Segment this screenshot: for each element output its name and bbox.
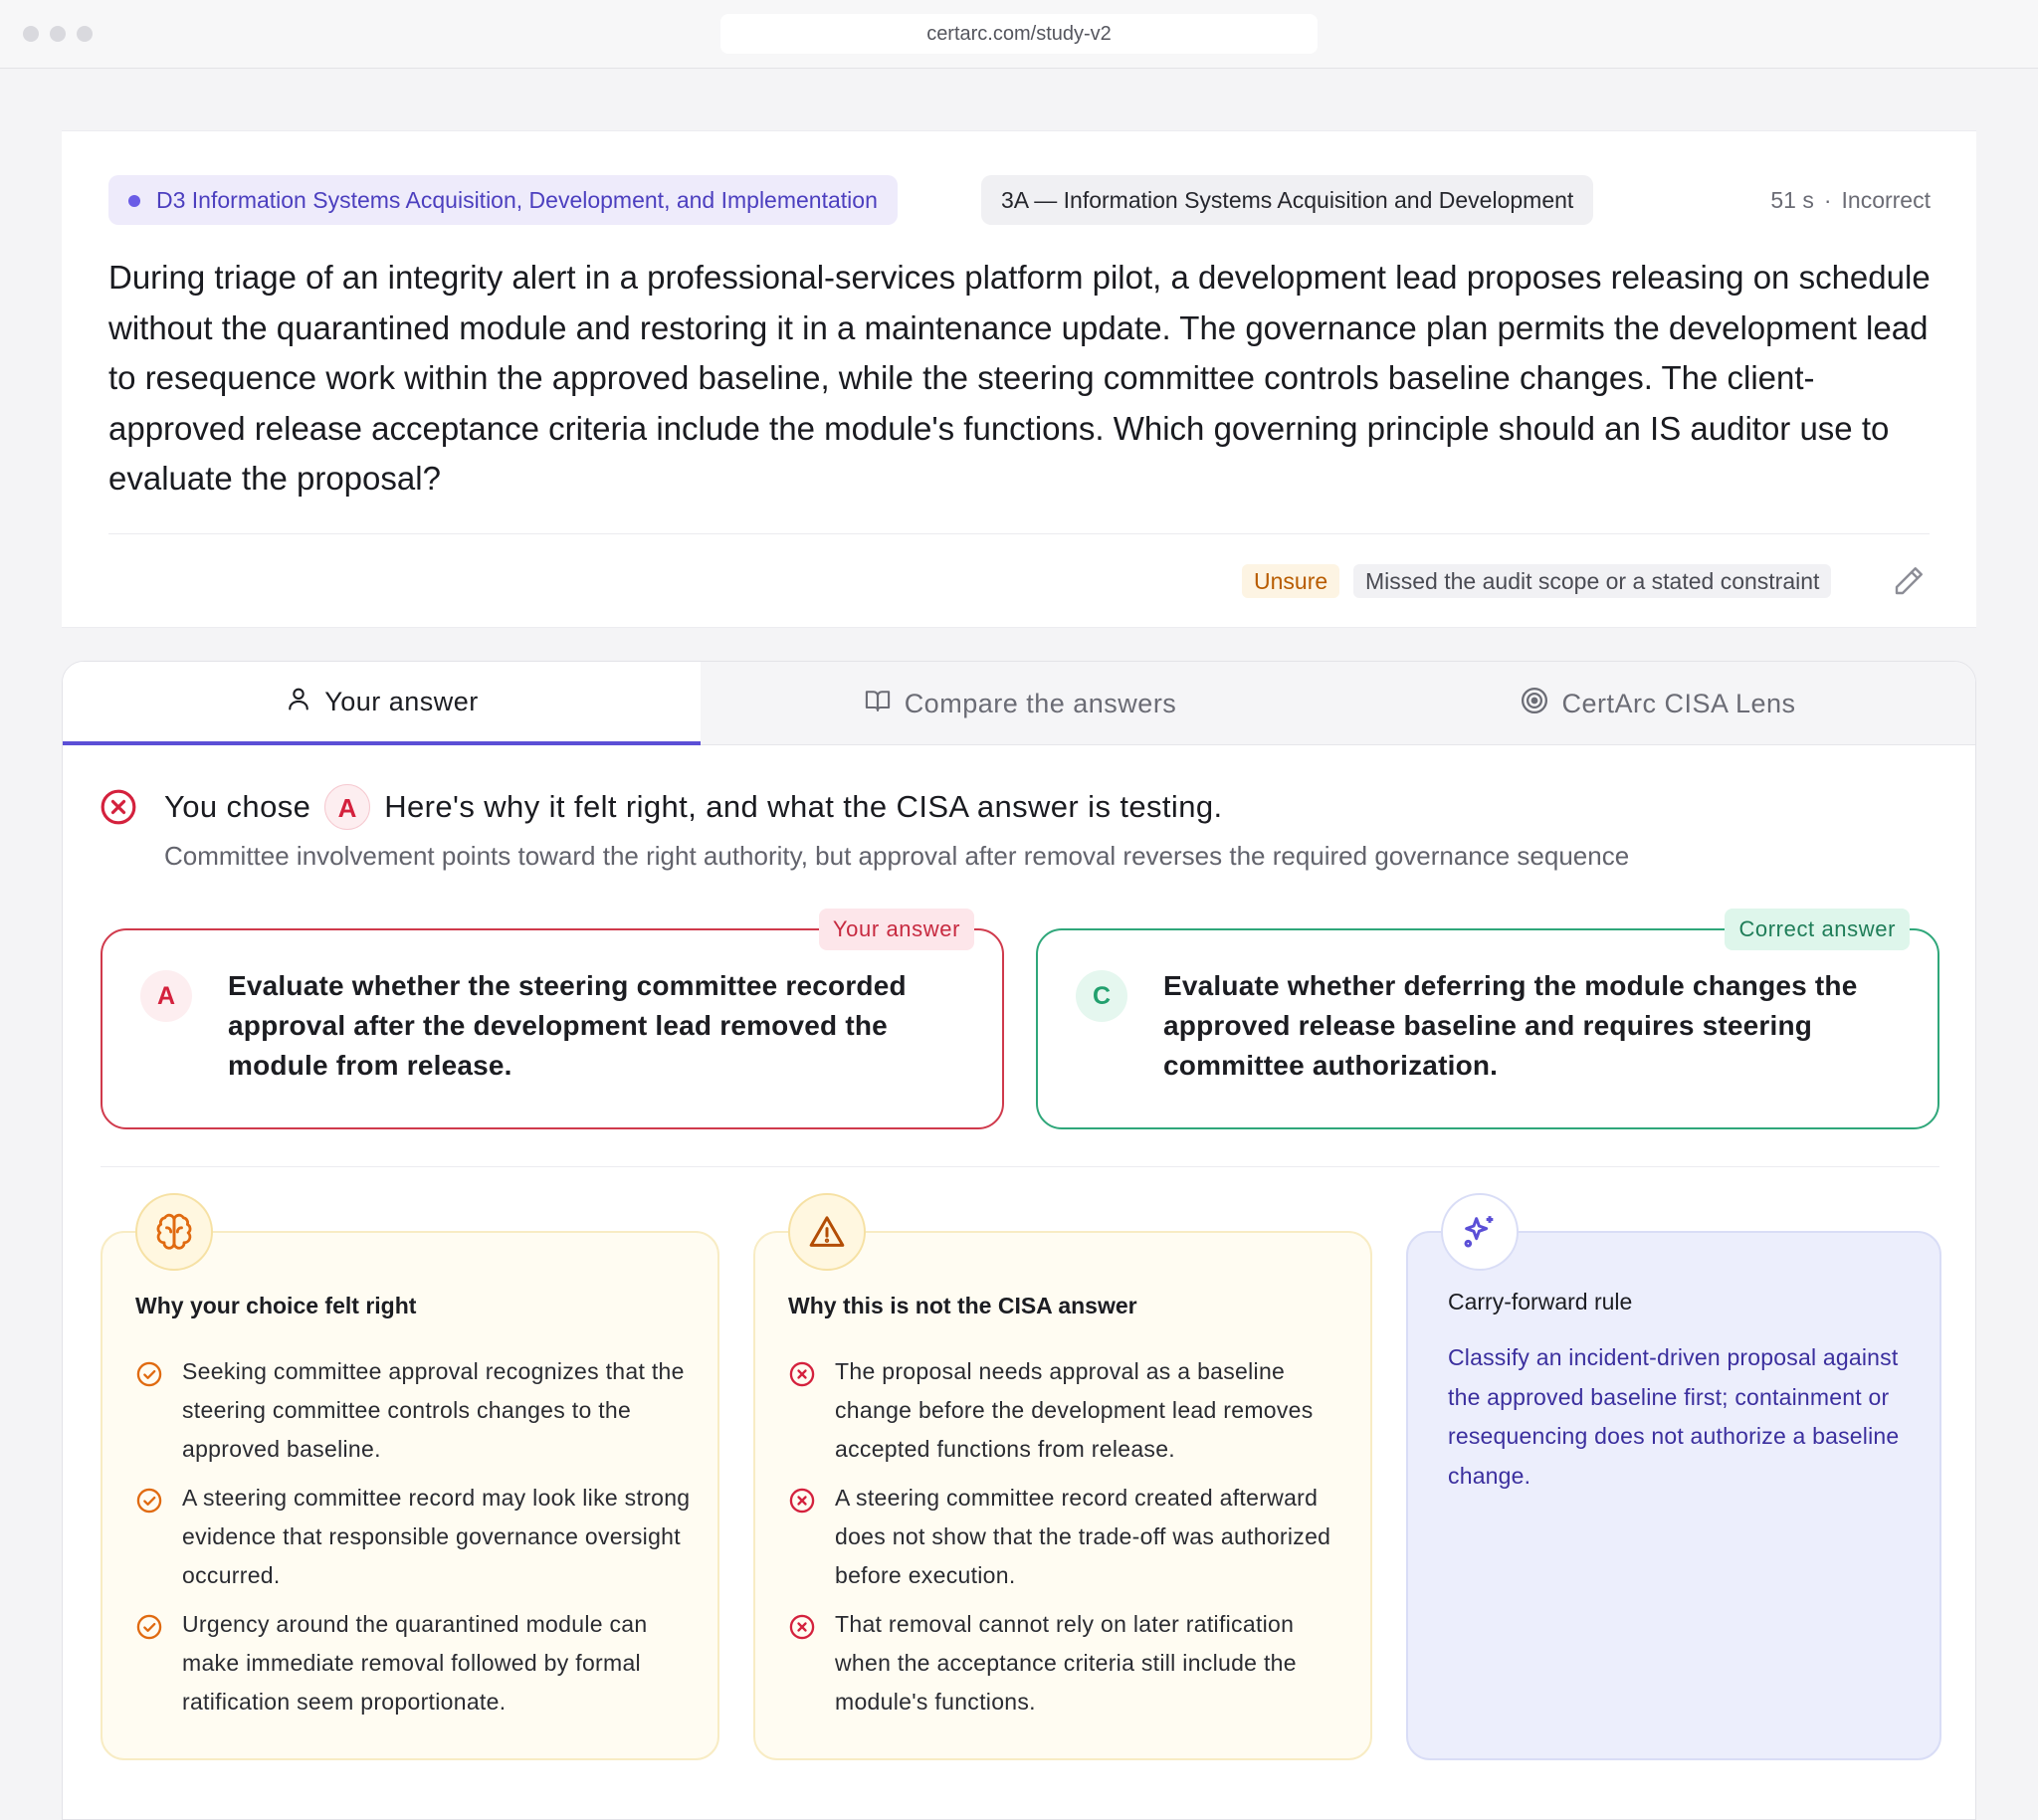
rule-text: Classify an incident-driven proposal aga… bbox=[1448, 1344, 1900, 1489]
target-icon bbox=[1520, 686, 1561, 722]
window-close-dot[interactable] bbox=[23, 26, 39, 42]
tab-compare-answers[interactable]: Compare the answers bbox=[701, 662, 1338, 745]
user-icon bbox=[285, 685, 324, 719]
list-item-text: A steering committee record may look lik… bbox=[182, 1485, 691, 1588]
question-meta: 51 s · Incorrect bbox=[1770, 175, 1931, 225]
list-item: Urgency around the quarantined module ca… bbox=[135, 1605, 693, 1721]
chosen-answer-text: Evaluate whether the steering committee … bbox=[228, 970, 907, 1081]
rule-title: Carry-forward rule bbox=[1448, 1289, 1633, 1314]
result-status: Incorrect bbox=[1841, 187, 1931, 213]
tab-cisa-lens[interactable]: CertArc CISA Lens bbox=[1338, 662, 1975, 745]
result-subline: Committee involvement points toward the … bbox=[164, 841, 1630, 871]
answer-panel: Your answer Compare the answers CertArc … bbox=[62, 661, 1976, 1820]
result-headline: You chose A Here's why it felt right, an… bbox=[164, 783, 1223, 831]
tab-label: Compare the answers bbox=[904, 688, 1177, 718]
not-answer-card: Why this is not the CISA answer The prop… bbox=[753, 1193, 1372, 1760]
domain-dot-icon bbox=[128, 195, 140, 207]
list-item-text: Seeking committee approval recognizes th… bbox=[182, 1358, 685, 1462]
warning-icon bbox=[788, 1193, 866, 1271]
correct-answer-label: Correct answer bbox=[1725, 909, 1910, 950]
elapsed-time: 51 s bbox=[1770, 187, 1814, 213]
list-item-text: Urgency around the quarantined module ca… bbox=[182, 1611, 648, 1715]
check-circle-icon bbox=[136, 1614, 162, 1640]
you-chose-label: You chose bbox=[164, 789, 311, 824]
list-item-text: The proposal needs approval as a baselin… bbox=[835, 1358, 1314, 1462]
x-circle-icon bbox=[789, 1614, 815, 1640]
list-item: Seeking committee approval recognizes th… bbox=[135, 1352, 693, 1469]
correct-answer-card: Correct answer C Evaluate whether deferr… bbox=[1036, 909, 1939, 1129]
x-circle-icon bbox=[789, 1488, 815, 1514]
list-item-text: That removal cannot rely on later ratifi… bbox=[835, 1611, 1297, 1715]
address-bar[interactable]: certarc.com/study-v2 bbox=[720, 14, 1318, 54]
check-circle-icon bbox=[136, 1361, 162, 1387]
not-answer-list: The proposal needs approval as a baselin… bbox=[788, 1352, 1345, 1731]
question-text: During triage of an integrity alert in a… bbox=[108, 259, 1931, 497]
question-card: D3 Information Systems Acquisition, Deve… bbox=[62, 130, 1976, 628]
chosen-letter-badge: A bbox=[324, 784, 371, 830]
list-item: A steering committee record may look lik… bbox=[135, 1479, 693, 1595]
check-circle-icon bbox=[136, 1488, 162, 1514]
tab-bar: Your answer Compare the answers CertArc … bbox=[63, 662, 1975, 745]
window-minimize-dot[interactable] bbox=[50, 26, 66, 42]
felt-right-list: Seeking committee approval recognizes th… bbox=[135, 1352, 693, 1731]
tab-your-answer[interactable]: Your answer bbox=[63, 662, 701, 745]
not-answer-title: Why this is not the CISA answer bbox=[788, 1293, 1137, 1318]
x-circle-icon bbox=[789, 1361, 815, 1387]
section-divider bbox=[101, 1166, 1939, 1167]
list-item: A steering committee record created afte… bbox=[788, 1479, 1345, 1595]
headline-text: Here's why it felt right, and what the C… bbox=[384, 789, 1223, 824]
correct-answer-letter: C bbox=[1076, 970, 1127, 1022]
list-item: The proposal needs approval as a baselin… bbox=[788, 1352, 1345, 1469]
domain-tag-label: D3 Information Systems Acquisition, Deve… bbox=[156, 187, 878, 213]
subdomain-tag: 3A — Information Systems Acquisition and… bbox=[981, 175, 1594, 225]
reason-chip[interactable]: Missed the audit scope or a stated const… bbox=[1353, 564, 1832, 598]
chosen-answer-letter: A bbox=[140, 970, 192, 1022]
tab-label: CertArc CISA Lens bbox=[1561, 688, 1796, 718]
your-answer-label: Your answer bbox=[818, 909, 974, 950]
correct-answer-text: Evaluate whether deferring the module ch… bbox=[1163, 970, 1858, 1081]
list-item-text: A steering committee record created afte… bbox=[835, 1485, 1331, 1588]
meta-separator: · bbox=[1823, 187, 1832, 213]
question-divider bbox=[108, 533, 1930, 534]
confidence-chip[interactable]: Unsure bbox=[1242, 564, 1340, 598]
incorrect-x-icon bbox=[100, 788, 137, 826]
browser-chrome: certarc.com/study-v2 bbox=[0, 0, 2038, 69]
felt-right-card: Why your choice felt right Seeking commi… bbox=[101, 1193, 719, 1760]
felt-right-title: Why your choice felt right bbox=[135, 1293, 417, 1318]
list-item: That removal cannot rely on later ratifi… bbox=[788, 1605, 1345, 1721]
window-maximize-dot[interactable] bbox=[77, 26, 93, 42]
book-open-icon bbox=[863, 687, 905, 721]
sparkles-icon bbox=[1441, 1193, 1519, 1271]
chosen-answer-card: Your answer A Evaluate whether the steer… bbox=[101, 909, 1004, 1129]
tab-label: Your answer bbox=[324, 686, 479, 716]
edit-pencil-icon[interactable] bbox=[1891, 563, 1927, 599]
domain-tag: D3 Information Systems Acquisition, Deve… bbox=[108, 175, 898, 225]
carry-forward-card: Carry-forward rule Classify an incident-… bbox=[1406, 1193, 1941, 1760]
brain-icon bbox=[135, 1193, 213, 1271]
